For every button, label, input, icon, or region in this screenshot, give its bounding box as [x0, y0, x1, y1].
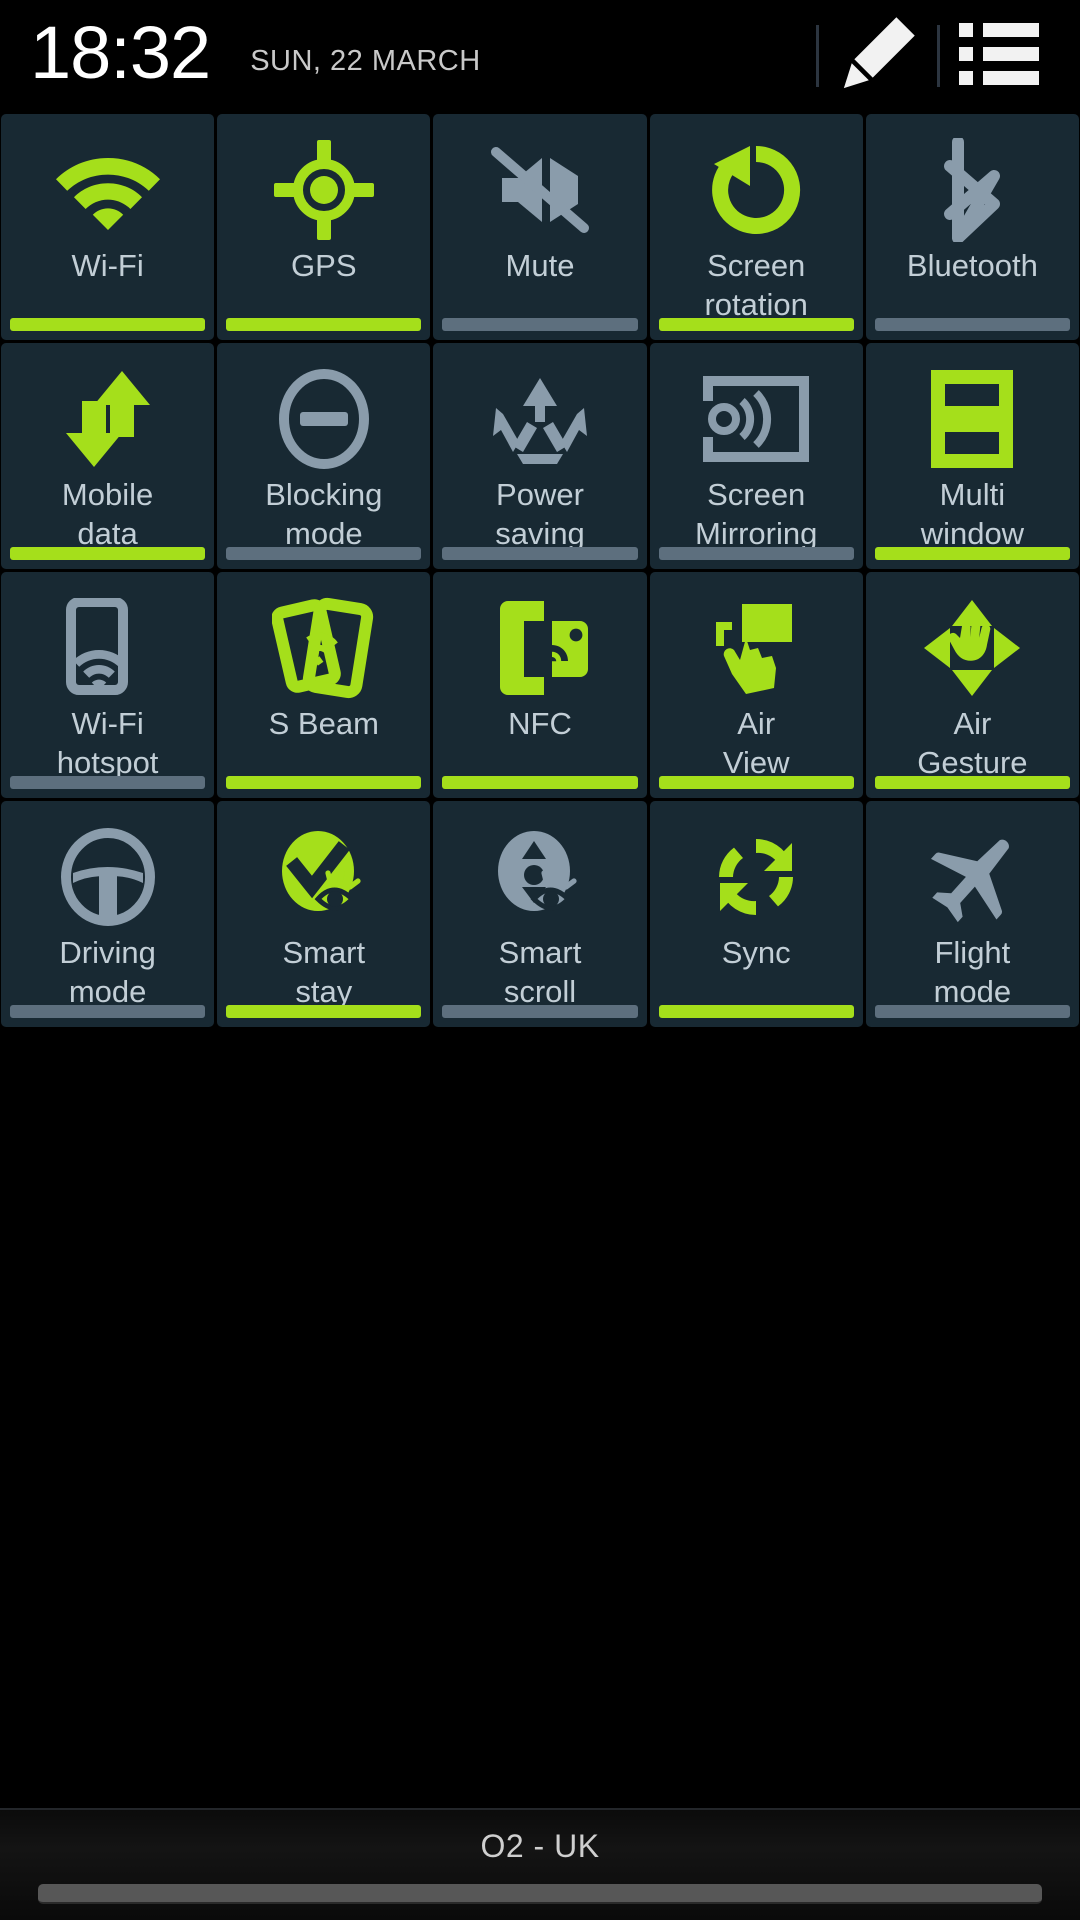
drag-handle[interactable] — [38, 1884, 1042, 1904]
mute-icon — [490, 136, 590, 244]
toggle-tile-s-beam[interactable]: S Beam — [217, 572, 431, 798]
toggle-state-bar — [10, 1005, 206, 1018]
toggle-tile-air-gesture[interactable]: Air Gesture — [865, 572, 1079, 798]
wifi-icon — [55, 136, 160, 244]
nfc-icon — [488, 594, 592, 702]
wifi-hotspot-icon — [59, 594, 157, 702]
toggle-tile-driving-mode[interactable]: Driving mode — [1, 801, 215, 1027]
toggle-state-bar — [874, 318, 1070, 331]
toggle-state-bar — [658, 318, 854, 331]
screen-mirroring-icon — [702, 365, 810, 473]
toggle-grid: Wi-Fi GPS Mute Screen rotation Bluetooth… — [0, 112, 1080, 1027]
toggle-state-bar — [226, 776, 422, 789]
bluetooth-icon — [934, 136, 1010, 244]
toggle-tile-wi-fi-hotspot[interactable]: Wi-Fi hotspot — [1, 572, 215, 798]
driving-mode-icon — [59, 823, 157, 931]
date-label: SUN, 22 MARCH — [250, 44, 481, 77]
toggle-state-bar — [874, 776, 1070, 789]
toggle-tile-bluetooth[interactable]: Bluetooth — [865, 114, 1079, 340]
edit-button[interactable] — [819, 6, 937, 106]
smart-stay-icon — [270, 823, 378, 931]
flight-mode-icon — [920, 823, 1024, 931]
power-saving-icon — [491, 365, 589, 473]
pencil-icon — [836, 12, 920, 101]
notification-area — [0, 1027, 1080, 1808]
toggle-state-bar — [10, 318, 206, 331]
toggle-tile-smart-scroll[interactable]: Smart scroll — [433, 801, 647, 1027]
carrier-label: O2 - UK — [480, 1828, 600, 1864]
multi-window-icon — [930, 365, 1014, 473]
toggle-tile-mobile-data[interactable]: Mobile data — [1, 343, 215, 569]
toggle-tile-flight-mode[interactable]: Flight mode — [865, 801, 1079, 1027]
toggle-tile-power-saving[interactable]: Power saving — [433, 343, 647, 569]
toggle-tile-air-view[interactable]: Air View — [649, 572, 863, 798]
blocking-mode-icon — [276, 365, 372, 473]
toggle-state-bar — [10, 547, 206, 560]
toggle-tile-blocking-mode[interactable]: Blocking mode — [217, 343, 431, 569]
toggle-tile-screen-mirroring[interactable]: Screen Mirroring — [649, 343, 863, 569]
toggle-state-bar — [442, 776, 638, 789]
clock: 18:32 — [30, 11, 211, 94]
sync-icon — [706, 823, 806, 931]
mobile-data-icon — [62, 365, 154, 473]
toggle-state-bar — [874, 547, 1070, 560]
toggle-tile-gps[interactable]: GPS — [217, 114, 431, 340]
toggle-state-bar — [658, 776, 854, 789]
toggle-tile-smart-stay[interactable]: Smart stay — [217, 801, 431, 1027]
panel-footer: O2 - UK — [0, 1808, 1080, 1920]
smart-scroll-icon — [486, 823, 594, 931]
toggle-tile-nfc[interactable]: NFC — [433, 572, 647, 798]
toggle-tile-wi-fi[interactable]: Wi-Fi — [1, 114, 215, 340]
notifications-list-button[interactable] — [940, 6, 1058, 106]
toggle-state-bar — [874, 1005, 1070, 1018]
toggle-state-bar — [442, 547, 638, 560]
quick-settings-panel: 18:32 SUN, 22 MARCH Wi-Fi GPS Mute Scree… — [0, 0, 1080, 1920]
list-icon — [959, 21, 1039, 92]
toggle-tile-mute[interactable]: Mute — [433, 114, 647, 340]
toggle-state-bar — [226, 547, 422, 560]
toggle-tile-screen-rotation[interactable]: Screen rotation — [649, 114, 863, 340]
gps-icon — [273, 136, 374, 244]
toggle-state-bar — [10, 776, 206, 789]
toggle-tile-sync[interactable]: Sync — [649, 801, 863, 1027]
toggle-tile-multi-window[interactable]: Multi window — [865, 343, 1079, 569]
toggle-state-bar — [442, 318, 638, 331]
toggle-state-bar — [442, 1005, 638, 1018]
air-gesture-icon — [920, 594, 1024, 702]
screen-rotation-icon — [706, 136, 806, 244]
toggle-state-bar — [226, 318, 422, 331]
air-view-icon — [706, 594, 806, 702]
toggle-state-bar — [658, 547, 854, 560]
s-beam-icon — [271, 594, 376, 702]
status-bar: 18:32 SUN, 22 MARCH — [0, 0, 1080, 112]
toggle-state-bar — [226, 1005, 422, 1018]
toggle-state-bar — [658, 1005, 854, 1018]
